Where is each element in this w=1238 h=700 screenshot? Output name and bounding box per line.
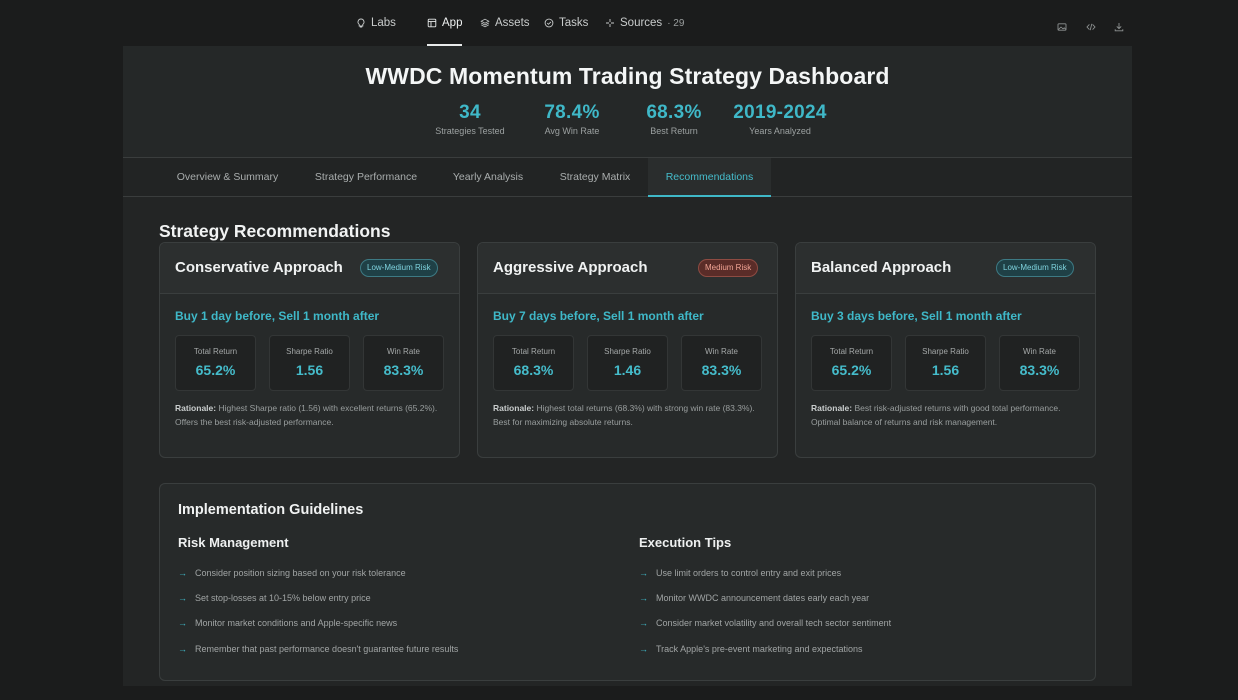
tab-yearly-analysis[interactable]: Yearly Analysis — [436, 158, 540, 196]
image-icon[interactable] — [1057, 22, 1067, 32]
guidelines-title: Implementation Guidelines — [178, 502, 364, 518]
list-item: → Monitor WWDC announcement dates early e… — [639, 593, 870, 603]
list-item: → Monitor market conditions and Apple-spe… — [178, 618, 398, 628]
risk-badge: Low-Medium Risk — [360, 259, 438, 277]
nav-item-label: Labs — [371, 17, 396, 29]
dashboard-header: WWDC Momentum Trading Strategy Dashboard… — [123, 46, 1132, 157]
rationale-text: Rationale: Best risk-adjusted returns wi… — [811, 403, 1061, 427]
risk-management-title: Risk Management — [178, 535, 289, 550]
sources-count: · 29 — [667, 17, 685, 29]
card-title: Balanced Approach — [811, 259, 952, 276]
metric-total-return: Total Return 65.2% — [811, 335, 892, 391]
risk-badge: Low-Medium Risk — [996, 259, 1074, 277]
code-icon[interactable] — [1086, 22, 1096, 32]
nav-item-label: Sources — [620, 17, 663, 29]
stat-best-return: 68.3% Best Return — [646, 102, 702, 136]
nav-item-label: Tasks — [559, 17, 589, 29]
arrow-right-icon: → — [639, 618, 648, 628]
recommendation-card-aggressive: Aggressive Approach Medium Risk Buy 7 da… — [477, 242, 778, 458]
metric-total-return: Total Return 68.3% — [493, 335, 574, 391]
strategy-label: Buy 7 days before, Sell 1 month after — [493, 309, 704, 323]
list-item: → Use limit orders to control entry and e… — [639, 568, 842, 578]
stat-strategies-tested: 34 Strategies Tested — [435, 102, 505, 136]
tab-overview-summary[interactable]: Overview & Summary — [159, 158, 296, 196]
list-item: → Track Apple's pre-event marketing and e… — [639, 644, 863, 654]
risk-badge: Medium Risk — [698, 259, 759, 277]
tab-strategy-performance[interactable]: Strategy Performance — [301, 158, 431, 196]
strategy-label: Buy 1 day before, Sell 1 month after — [175, 309, 380, 323]
card-header: Aggressive Approach Medium Risk — [478, 243, 777, 294]
recommendation-card-balanced: Balanced Approach Low-Medium Risk Buy 3 … — [795, 242, 1096, 458]
arrow-right-icon: → — [639, 593, 648, 603]
list-item: → Consider position sizing based on your … — [178, 568, 406, 578]
stat-avg-win-rate: 78.4% Avg Win Rate — [544, 102, 600, 136]
list-item: → Remember that past performance doesn't … — [178, 644, 459, 654]
card-title: Aggressive Approach — [493, 259, 648, 276]
nav-item-app[interactable]: App — [427, 0, 463, 46]
rationale-text: Rationale: Highest total returns (68.3%)… — [493, 403, 755, 427]
card-title: Conservative Approach — [175, 259, 343, 276]
nav-item-sources[interactable]: Sources · 29 — [605, 0, 684, 46]
arrow-right-icon: → — [639, 568, 648, 578]
check-circle-icon — [544, 18, 554, 28]
nav-item-assets[interactable]: Assets — [480, 0, 530, 46]
page-title: WWDC Momentum Trading Strategy Dashboard — [365, 63, 890, 89]
layers-icon — [480, 18, 490, 28]
metric-win-rate: Win Rate 83.3% — [999, 335, 1080, 391]
nav-item-tasks[interactable]: Tasks — [544, 0, 588, 46]
strategy-label: Buy 3 days before, Sell 1 month after — [811, 309, 1022, 323]
metric-sharpe-ratio: Sharpe Ratio 1.56 — [269, 335, 350, 391]
nav-item-label: Assets — [495, 17, 530, 29]
section-title: Strategy Recommendations — [159, 221, 391, 241]
tab-strategy-matrix[interactable]: Strategy Matrix — [545, 158, 645, 196]
arrow-right-icon: → — [178, 618, 187, 628]
app-window-icon — [427, 18, 437, 28]
metric-sharpe-ratio: Sharpe Ratio 1.46 — [587, 335, 668, 391]
metric-win-rate: Win Rate 83.3% — [363, 335, 444, 391]
lightbulb-icon — [357, 18, 365, 28]
card-header: Balanced Approach Low-Medium Risk — [796, 243, 1095, 294]
nav-item-label: App — [442, 17, 463, 29]
execution-tips-title: Execution Tips — [639, 535, 732, 550]
arrow-right-icon: → — [178, 593, 187, 603]
arrow-right-icon: → — [178, 644, 187, 654]
top-nav: Labs App Assets Tasks Sources · 29 — [0, 0, 1238, 46]
arrow-right-icon: → — [178, 568, 187, 578]
nav-item-labs[interactable]: Labs — [356, 0, 396, 46]
list-item: → Consider market volatility and overall … — [639, 618, 892, 628]
metric-total-return: Total Return 65.2% — [175, 335, 256, 391]
list-item: → Set stop-losses at 10-15% below entry p… — [178, 593, 371, 603]
tab-bar: Overview & Summary Strategy Performance … — [123, 157, 1132, 197]
arrow-right-icon: → — [639, 644, 648, 654]
stat-years-analyzed: 2019-2024 Years Analyzed — [733, 102, 827, 136]
sparkle-icon — [606, 19, 614, 27]
tab-recommendations[interactable]: Recommendations — [648, 158, 771, 197]
implementation-guidelines: Implementation Guidelines Risk Managemen… — [159, 483, 1096, 681]
dashboard-panel: WWDC Momentum Trading Strategy Dashboard… — [123, 46, 1132, 686]
card-header: Conservative Approach Low-Medium Risk — [160, 243, 459, 294]
recommendation-card-conservative: Conservative Approach Low-Medium Risk Bu… — [159, 242, 460, 458]
metric-sharpe-ratio: Sharpe Ratio 1.56 — [905, 335, 986, 391]
metric-win-rate: Win Rate 83.3% — [681, 335, 762, 391]
download-icon[interactable] — [1114, 22, 1124, 32]
rationale-text: Rationale: Highest Sharpe ratio (1.56) w… — [175, 403, 438, 427]
